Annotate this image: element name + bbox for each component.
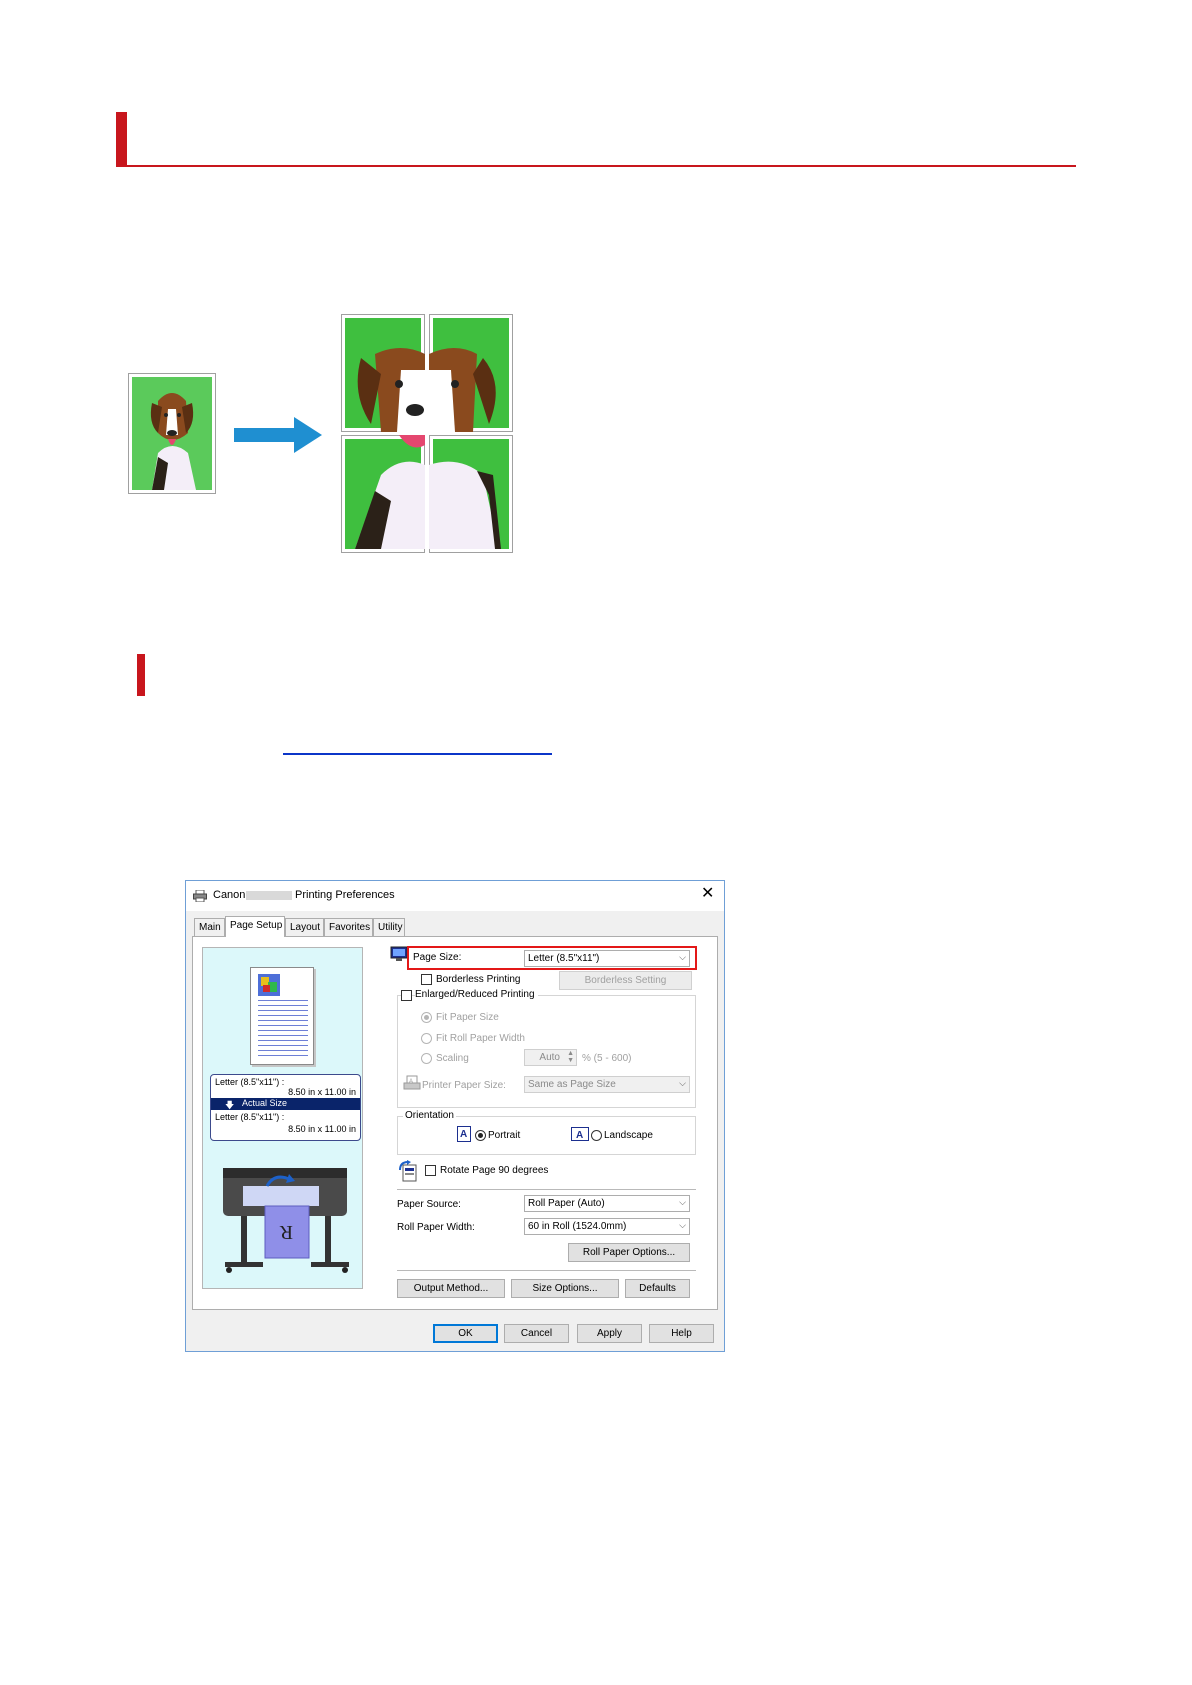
page-setup-panel: Letter (8.5"x11") : 8.50 in x 11.00 in 🡇… [192, 936, 718, 1310]
tab-favorites[interactable]: Favorites [324, 918, 373, 936]
svg-text:R: R [279, 1221, 293, 1243]
output-method-button[interactable]: Output Method... [397, 1279, 505, 1298]
link-underline[interactable] [283, 753, 552, 755]
size-info-box: Letter (8.5"x11") : 8.50 in x 11.00 in 🡇… [210, 1074, 361, 1141]
fit-roll-width-radio[interactable] [421, 1033, 432, 1044]
chevron-down-icon: ⌵ [679, 1078, 686, 1088]
dialog-title-prefix: Canon [213, 889, 246, 901]
subheading-accent-bar [137, 654, 145, 696]
cancel-button[interactable]: Cancel [504, 1324, 569, 1343]
chevron-down-icon: ⌵ [679, 1220, 686, 1230]
rotate-page-icon [399, 1160, 417, 1182]
printer-paper-size-select[interactable]: Same as Page Size ⌵ [524, 1076, 690, 1093]
dialog-title-suffix: Printing Preferences [295, 889, 395, 901]
page-size-value: Letter (8.5"x11") [528, 953, 600, 964]
paper-source-label: Paper Source: [397, 1199, 461, 1210]
defaults-button[interactable]: Defaults [625, 1279, 690, 1298]
dialog-titlebar: Canon Printing Preferences ✕ [186, 881, 724, 911]
scaling-radio[interactable] [421, 1053, 432, 1064]
printer-paper-size-value: Same as Page Size [528, 1079, 616, 1090]
printer-icon [193, 890, 207, 902]
roll-width-select[interactable]: 60 in Roll (1524.0mm) ⌵ [524, 1218, 690, 1235]
portrait-label: Portrait [488, 1130, 521, 1141]
spin-arrows-icon[interactable]: ▲ ▼ [567, 1050, 574, 1064]
scaling-range: % (5 - 600) [582, 1053, 632, 1064]
close-icon[interactable]: ✕ [701, 886, 714, 902]
borderless-setting-button[interactable]: Borderless Setting [559, 971, 692, 990]
orientation-label: Orientation [403, 1110, 456, 1121]
page-size-label: Page Size: [413, 952, 462, 963]
rotate-page-checkbox[interactable] [425, 1165, 436, 1176]
dog-tile-top-left [341, 314, 425, 432]
roll-width-label: Roll Paper Width: [397, 1222, 475, 1233]
tab-page-setup[interactable]: Page Setup [225, 916, 285, 937]
rotate-page-label: Rotate Page 90 degrees [440, 1165, 549, 1176]
heading-accent-bar [116, 112, 127, 167]
dog-photo-original [128, 373, 216, 494]
svg-text:A: A [409, 1079, 413, 1085]
page-size-select[interactable]: Letter (8.5"x11") ⌵ [524, 950, 690, 967]
landscape-icon: A [571, 1127, 589, 1141]
svg-text:A: A [460, 1129, 467, 1140]
size-options-button[interactable]: Size Options... [511, 1279, 619, 1298]
paper-source-value: Roll Paper (Auto) [528, 1198, 605, 1209]
output-dimensions: 8.50 in x 11.00 in [288, 1124, 356, 1134]
output-size-label: Letter (8.5"x11") : [215, 1112, 285, 1122]
source-size-label: Letter (8.5"x11") : [215, 1077, 285, 1087]
paper-source-select[interactable]: Roll Paper (Auto) ⌵ [524, 1195, 690, 1212]
divider [397, 1270, 696, 1271]
redacted-model-name [246, 891, 292, 900]
tab-utility[interactable]: Utility [373, 918, 405, 936]
chevron-down-icon: ⌵ [679, 952, 686, 962]
tab-main[interactable]: Main [194, 918, 225, 936]
scaling-value: Auto [539, 1052, 560, 1063]
heading-underline [116, 165, 1076, 167]
scaling-label: Scaling [436, 1053, 469, 1064]
source-dimensions: 8.50 in x 11.00 in [288, 1087, 356, 1097]
dog-tile-top-right [429, 314, 513, 432]
fit-paper-size-radio[interactable] [421, 1012, 432, 1023]
ok-button[interactable]: OK [433, 1324, 498, 1343]
borderless-label: Borderless Printing [436, 974, 521, 985]
printing-preferences-dialog: Canon Printing Preferences ✕ Main Page S… [185, 880, 725, 1352]
scale-indicator: 🡇 Actual Size [211, 1098, 360, 1110]
paper-preview-icon [250, 967, 314, 1065]
fit-paper-size-label: Fit Paper Size [436, 1012, 499, 1023]
svg-text:A: A [576, 1130, 583, 1141]
landscape-radio[interactable] [591, 1130, 602, 1141]
landscape-label: Landscape [604, 1130, 653, 1141]
enlarged-reduced-checkbox[interactable] [401, 990, 412, 1001]
roll-paper-options-button[interactable]: Roll Paper Options... [568, 1243, 690, 1262]
dog-tile-bottom-right [429, 435, 513, 553]
settings-preview: Letter (8.5"x11") : 8.50 in x 11.00 in 🡇… [202, 947, 363, 1289]
printer-paper-icon: A [403, 1075, 421, 1090]
printer-paper-size-label: Printer Paper Size: [422, 1080, 506, 1091]
portrait-radio[interactable] [475, 1130, 486, 1141]
portrait-icon: A [457, 1126, 471, 1142]
large-format-printer-illustration: R [223, 1168, 349, 1273]
fit-roll-width-label: Fit Roll Paper Width [436, 1033, 525, 1044]
scaling-stepper[interactable]: Auto ▲ ▼ [524, 1049, 577, 1066]
enlarged-reduced-label: Enlarged/Reduced Printing [415, 989, 538, 1000]
help-button[interactable]: Help [649, 1324, 714, 1343]
borderless-checkbox[interactable] [421, 974, 432, 985]
apply-button[interactable]: Apply [577, 1324, 642, 1343]
arrow-right-icon [234, 417, 322, 453]
scale-label: Actual Size [242, 1098, 288, 1108]
monitor-icon [390, 946, 408, 961]
dog-tile-bottom-left [341, 435, 425, 553]
roll-width-value: 60 in Roll (1524.0mm) [528, 1221, 627, 1232]
divider [397, 1189, 696, 1190]
tab-layout[interactable]: Layout [285, 918, 324, 936]
chevron-down-icon: ⌵ [679, 1197, 686, 1207]
